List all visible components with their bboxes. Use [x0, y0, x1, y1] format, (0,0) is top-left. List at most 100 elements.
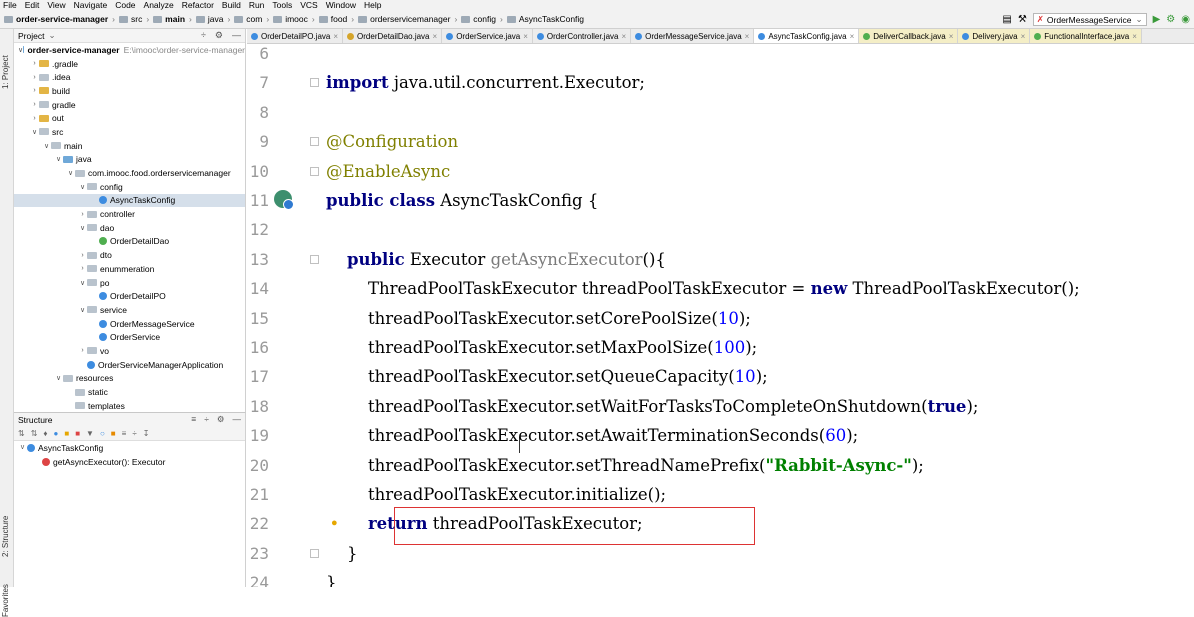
- fold-marker-icon[interactable]: [310, 254, 319, 264]
- code-text[interactable]: threadPoolTaskExecutor.setCorePoolSize(1…: [326, 304, 751, 333]
- chevron-down-icon[interactable]: ∨: [78, 183, 87, 191]
- fold-marker-icon[interactable]: [310, 78, 319, 88]
- tree-item[interactable]: OrderMessageService: [14, 317, 245, 331]
- gear-icon[interactable]: ⚙: [215, 30, 223, 41]
- chevron-right-icon[interactable]: ›: [30, 74, 39, 81]
- tree-item[interactable]: › out: [14, 111, 245, 125]
- code-text[interactable]: @Configuration: [326, 127, 458, 156]
- collapse-all-icon[interactable]: ÷: [132, 429, 136, 438]
- code-text[interactable]: @EnableAsync: [326, 157, 450, 186]
- editor-tab[interactable]: AsyncTaskConfig.java ×: [754, 29, 860, 43]
- chevron-right-icon[interactable]: ›: [78, 347, 87, 354]
- lightbulb-icon[interactable]: ●: [331, 517, 338, 529]
- run-config-select[interactable]: ✗ OrderMessageService ⌄: [1032, 13, 1147, 26]
- debug-icon[interactable]: ⚙: [1166, 14, 1175, 25]
- menu-item-vcs[interactable]: VCS: [300, 0, 317, 10]
- close-icon[interactable]: ×: [621, 32, 626, 41]
- project-panel-title[interactable]: Project: [18, 31, 44, 41]
- tree-item[interactable]: › .idea: [14, 70, 245, 84]
- chevron-down-icon[interactable]: ∨: [66, 169, 75, 177]
- tree-item[interactable]: › dto: [14, 248, 245, 262]
- fold-marker-icon[interactable]: [310, 166, 319, 176]
- fold-marker-icon[interactable]: [310, 137, 319, 147]
- editor-tab[interactable]: OrderDetailDao.java ×: [343, 29, 443, 43]
- favorites-tool-button[interactable]: Favorites: [1, 584, 10, 617]
- code-text[interactable]: threadPoolTaskExecutor.setThreadNamePref…: [326, 451, 924, 480]
- breadcrumb-item[interactable]: food: [331, 14, 348, 24]
- breadcrumb-item[interactable]: src: [131, 14, 142, 24]
- tree-item[interactable]: ∨ resources: [14, 372, 245, 386]
- chevron-down-icon[interactable]: v: [18, 444, 27, 451]
- code-text[interactable]: public Executor getAsyncExecutor(){: [326, 245, 666, 274]
- code-text[interactable]: }: [326, 568, 337, 587]
- show-anonymous-icon[interactable]: ○: [100, 429, 105, 438]
- code-text[interactable]: threadPoolTaskExecutor.setWaitForTasksTo…: [326, 392, 978, 421]
- chevron-right-icon[interactable]: ›: [78, 211, 87, 218]
- code-editor[interactable]: 6 7 import java.util.concurrent.Executor; 8…: [247, 44, 1194, 587]
- structure-item-method[interactable]: getAsyncExecutor(): Executor: [14, 455, 245, 469]
- close-icon[interactable]: ×: [333, 32, 338, 41]
- code-text[interactable]: threadPoolTaskExecutor.setQueueCapacity(…: [326, 362, 768, 391]
- chevron-down-icon[interactable]: ⌄: [48, 30, 55, 41]
- tree-item[interactable]: static: [14, 385, 245, 399]
- chevron-right-icon[interactable]: ›: [30, 115, 39, 122]
- code-text[interactable]: public class AsyncTaskConfig {: [326, 186, 598, 215]
- chevron-right-icon[interactable]: ›: [30, 87, 39, 94]
- tree-item[interactable]: ∨ order-service-manager E:\imooc\order-ser…: [14, 43, 245, 57]
- show-methods-icon[interactable]: ■: [75, 429, 80, 438]
- run-icon[interactable]: ▶: [1153, 14, 1161, 25]
- show-lambdas-icon[interactable]: ■: [111, 429, 116, 438]
- editor-tab[interactable]: FunctionalInterface.java ×: [1030, 29, 1142, 43]
- chevron-down-icon[interactable]: ∨: [42, 142, 51, 150]
- close-icon[interactable]: ×: [949, 32, 954, 41]
- editor-tab[interactable]: Delivery.java ×: [958, 29, 1031, 43]
- close-icon[interactable]: ×: [850, 32, 855, 41]
- chevron-right-icon[interactable]: ›: [78, 265, 87, 272]
- spring-bean-icon[interactable]: [274, 190, 294, 210]
- tree-item[interactable]: templates: [14, 399, 245, 412]
- editor-tab[interactable]: OrderMessageService.java ×: [631, 29, 755, 43]
- breadcrumb-item[interactable]: com: [246, 14, 262, 24]
- breadcrumb-item[interactable]: order-service-manager: [16, 14, 108, 24]
- menu-item-window[interactable]: Window: [326, 0, 356, 10]
- editor-tab[interactable]: OrderService.java ×: [442, 29, 533, 43]
- chevron-right-icon[interactable]: ›: [30, 101, 39, 108]
- collapse-icon[interactable]: ÷: [204, 414, 209, 425]
- tree-item[interactable]: OrderDetailPO: [14, 289, 245, 303]
- build-hammer-icon[interactable]: ⚒: [1018, 14, 1027, 25]
- tree-item[interactable]: ∨ java: [14, 153, 245, 167]
- breadcrumb-item[interactable]: orderservicemanager: [370, 14, 450, 24]
- show-fields-icon[interactable]: ●: [54, 429, 59, 438]
- menu-item-build[interactable]: Build: [222, 0, 241, 10]
- autoscroll-icon[interactable]: ↧: [143, 429, 150, 438]
- tree-item[interactable]: › vo: [14, 344, 245, 358]
- sort-visibility-icon[interactable]: ⇅: [31, 429, 38, 438]
- chevron-down-icon[interactable]: ∨: [78, 306, 87, 314]
- code-text[interactable]: threadPoolTaskExecutor.setMaxPoolSize(10…: [326, 333, 757, 362]
- tree-item[interactable]: OrderServiceManagerApplication: [14, 358, 245, 372]
- tree-item[interactable]: ∨ main: [14, 139, 245, 153]
- tree-item[interactable]: OrderDetailDao: [14, 235, 245, 249]
- tree-item[interactable]: ∨ service: [14, 303, 245, 317]
- tree-item[interactable]: ∨ po: [14, 276, 245, 290]
- menu-item-analyze[interactable]: Analyze: [144, 0, 174, 10]
- breadcrumb-item[interactable]: AsyncTaskConfig: [519, 14, 584, 24]
- close-icon[interactable]: ×: [433, 32, 438, 41]
- tree-item[interactable]: OrderService: [14, 330, 245, 344]
- chevron-down-icon[interactable]: ∨: [78, 279, 87, 287]
- tree-item[interactable]: AsyncTaskConfig: [14, 193, 245, 208]
- project-structure-icon[interactable]: ▤: [1002, 14, 1011, 25]
- collapse-all-icon[interactable]: ÷: [201, 30, 206, 41]
- breadcrumb-item[interactable]: main: [165, 14, 185, 24]
- project-tool-button[interactable]: 1: Project: [1, 55, 10, 89]
- tree-item[interactable]: ∨ dao: [14, 221, 245, 235]
- chevron-down-icon[interactable]: ∨: [54, 374, 63, 382]
- expand-all-icon[interactable]: ≡: [122, 429, 127, 438]
- menu-item-help[interactable]: Help: [364, 0, 381, 10]
- code-text[interactable]: threadPoolTaskExecutor.initialize();: [326, 480, 666, 509]
- hide-panel-icon[interactable]: —: [233, 414, 242, 425]
- tree-item[interactable]: ∨ src: [14, 125, 245, 139]
- menu-item-file[interactable]: File: [3, 0, 17, 10]
- structure-tool-button[interactable]: 2: Structure: [1, 516, 10, 557]
- sort-alpha-icon[interactable]: ⇅: [18, 429, 25, 438]
